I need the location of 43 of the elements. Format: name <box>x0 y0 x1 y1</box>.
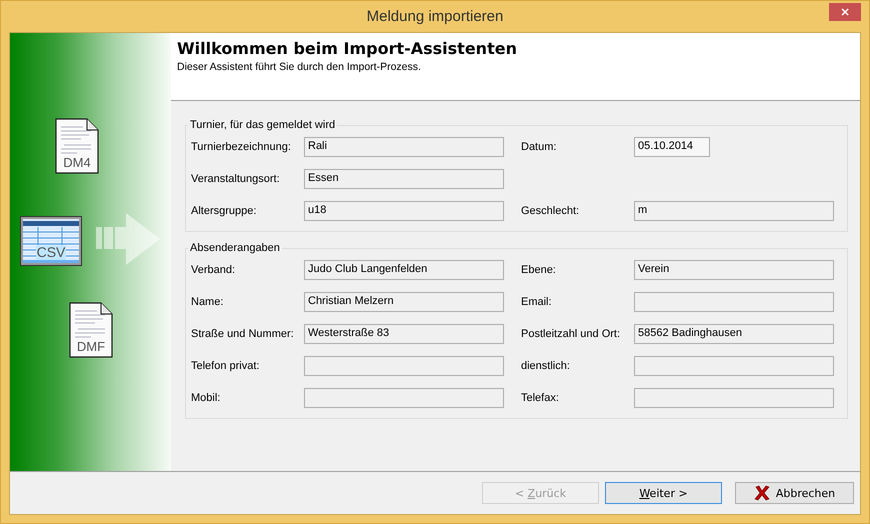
field-label: Geschlecht: <box>521 205 580 217</box>
wizard-title: Willkommen beim Import-Assistenten <box>177 39 518 58</box>
field-label: Postleitzahl und Ort: <box>521 328 622 340</box>
text-field[interactable]: u18 <box>304 201 504 221</box>
table-icon: CSV <box>20 216 82 266</box>
field-label: Verband: <box>191 264 236 276</box>
field-label: Email: <box>521 296 553 308</box>
text-field[interactable]: Verein <box>634 260 834 280</box>
group-title: Absenderangaben <box>189 242 281 254</box>
field-label: Mobil: <box>191 392 222 404</box>
text-field[interactable] <box>634 356 834 376</box>
arrow-icon <box>96 213 160 265</box>
text-field[interactable] <box>634 292 834 312</box>
field-label: Telefon privat: <box>191 360 260 372</box>
text-field[interactable] <box>304 388 504 408</box>
text-field[interactable]: m <box>634 201 834 221</box>
date-field[interactable]: 05.10.2014 <box>634 137 710 157</box>
text-field[interactable] <box>634 388 834 408</box>
field-label: dienstlich: <box>521 360 571 372</box>
field-label: Turnierbezeichnung: <box>191 141 292 153</box>
text-field[interactable]: Judo Club Langenfelden <box>304 260 504 280</box>
document-icon: DMF <box>69 302 113 358</box>
field-label: Veranstaltungsort: <box>191 173 281 185</box>
text-field[interactable]: Christian Melzern <box>304 292 504 312</box>
group-title: Turnier, für das gemeldet wird <box>189 119 336 131</box>
text-field[interactable]: 58562 Badinghausen <box>634 324 834 344</box>
field-label: Straße und Nummer: <box>191 328 295 340</box>
text-field[interactable]: Westerstraße 83 <box>304 324 504 344</box>
next-button[interactable]: Weiter > <box>605 482 722 504</box>
field-label: Telefax: <box>521 392 560 404</box>
document-icon: DM4 <box>55 118 99 174</box>
field-label: Name: <box>191 296 224 308</box>
close-icon <box>754 485 770 501</box>
field-label: Altersgruppe: <box>191 205 258 217</box>
close-button[interactable]: ✕ <box>829 3 861 21</box>
field-label: Ebene: <box>521 264 557 276</box>
wizard-subtitle: Dieser Assistent führt Sie durch den Import-Prozess. <box>177 61 422 73</box>
window-title: Meldung importieren <box>366 8 504 25</box>
text-field[interactable]: Essen <box>304 169 504 189</box>
field-label: Datum: <box>521 141 558 153</box>
cancel-button[interactable]: Abbrechen <box>735 482 854 504</box>
text-field[interactable]: Rali <box>304 137 504 157</box>
text-field[interactable] <box>304 356 504 376</box>
